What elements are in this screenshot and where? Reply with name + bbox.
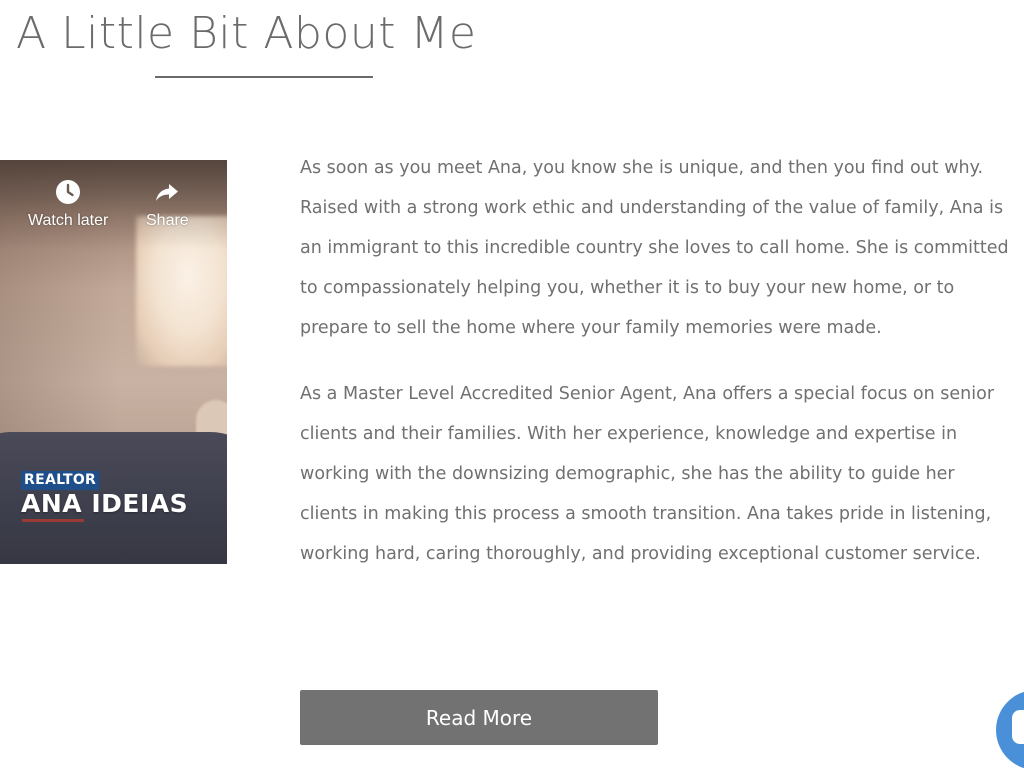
video-thumbnail[interactable]: Watch later Share REALTOR ANA IDEIAS: [0, 160, 227, 564]
read-more-button[interactable]: Read More: [300, 690, 658, 745]
bio-text: As soon as you meet Ana, you know she is…: [300, 148, 1014, 574]
about-section: A Little Bit About Me Watch later Share …: [0, 0, 1024, 768]
title-underline: [155, 76, 373, 78]
name-underline: [22, 519, 84, 522]
share-arrow-icon: [153, 178, 181, 206]
watch-later-button[interactable]: Watch later: [28, 178, 108, 230]
section-title: A Little Bit About Me: [16, 8, 477, 59]
watch-later-label: Watch later: [28, 212, 109, 229]
bio-paragraph: As a Master Level Accredited Senior Agen…: [300, 384, 995, 564]
chat-bubble-icon: [1012, 710, 1024, 744]
realtor-tag: REALTOR: [21, 471, 100, 490]
bio-paragraph: As soon as you meet Ana, you know she is…: [300, 158, 1009, 338]
clock-icon: [54, 178, 82, 206]
share-label: Share: [146, 212, 189, 229]
realtor-name-overlay: ANA IDEIAS: [21, 489, 189, 518]
chat-widget-button[interactable]: [996, 690, 1024, 768]
share-button[interactable]: Share: [146, 178, 189, 230]
